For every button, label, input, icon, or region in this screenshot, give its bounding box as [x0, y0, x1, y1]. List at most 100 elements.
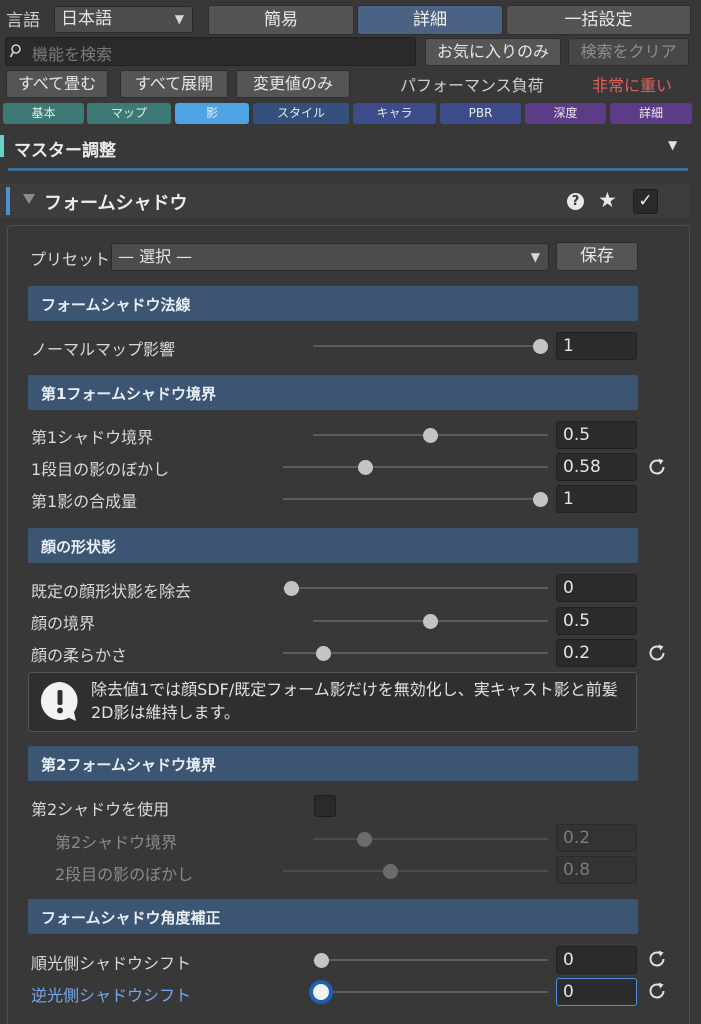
performance-value: 非常に重い [592, 76, 673, 95]
search-input[interactable]: 機能を検索 [5, 37, 416, 66]
slider-knob[interactable] [315, 645, 331, 661]
language-value: 日本語 [61, 9, 112, 29]
warning-bubble-icon [40, 681, 78, 721]
blend1-field[interactable]: 1 [556, 485, 637, 513]
tab-simple[interactable]: 簡易 [208, 5, 354, 35]
preset-save-button[interactable]: 保存 [556, 242, 638, 271]
chevron-down-icon: ▼ [530, 250, 540, 264]
blur2-field[interactable]: 0.8 [556, 856, 637, 884]
slider-knob[interactable] [423, 613, 438, 629]
expand-all-button[interactable]: すべて展開 [120, 70, 228, 98]
reset-icon[interactable] [646, 980, 668, 1002]
group-title: 第1フォームシャドウ境界 [41, 385, 216, 403]
normal-map-influence-label: ノーマルマップ影響 [31, 340, 176, 359]
face-border-label: 顔の境界 [31, 614, 96, 633]
preset-dropdown[interactable]: — 選択 — ▼ [111, 243, 549, 271]
info-note-text: 除去値1では顔SDF/既定フォーム影だけを無効化し、実キャスト影と前髪2D影は維… [91, 680, 618, 722]
reset-icon[interactable] [646, 642, 668, 664]
group-header-face[interactable]: 顔の形状影 [28, 528, 638, 563]
category-tab-style[interactable]: スタイル [253, 103, 349, 124]
slider-knob[interactable] [532, 338, 548, 354]
remove-default-face-slider[interactable] [283, 587, 548, 589]
section-title: フォームシャドウ [44, 193, 188, 214]
preset-value: — 選択 — [118, 247, 193, 266]
blur2-slider[interactable] [283, 870, 548, 872]
blend1-slider[interactable] [283, 498, 548, 500]
group-header-normal[interactable]: フォームシャドウ法線 [28, 286, 638, 321]
group-header-border1[interactable]: 第1フォームシャドウ境界 [28, 375, 638, 410]
normal-map-influence-slider[interactable] [313, 345, 548, 347]
face-border-field[interactable]: 0.5 [556, 607, 637, 635]
blur1-label: 1段目の影のぼかし [31, 460, 170, 479]
star-icon[interactable]: ★ [598, 188, 617, 212]
category-tab-basic[interactable]: 基本 [3, 103, 84, 124]
reset-icon[interactable] [646, 456, 668, 478]
slider-knob[interactable] [423, 427, 438, 443]
help-icon[interactable]: ? [567, 193, 584, 210]
slider-knob[interactable] [313, 984, 329, 1000]
search-placeholder: 機能を検索 [32, 45, 113, 64]
preset-label: プリセット [30, 250, 111, 269]
blur1-slider[interactable] [283, 466, 548, 468]
shadow-border2-field[interactable]: 0.2 [556, 824, 637, 852]
group-header-border2[interactable]: 第2フォームシャドウ境界 [28, 746, 638, 781]
category-tab-map[interactable]: マップ [87, 103, 171, 124]
reset-icon[interactable] [646, 948, 668, 970]
language-dropdown[interactable]: 日本語 ▼ [54, 6, 193, 33]
shadow-border1-label: 第1シャドウ境界 [31, 428, 154, 447]
use-second-shadow-checkbox[interactable] [314, 795, 336, 817]
tab-detailed[interactable]: 詳細 [357, 5, 503, 35]
slider-knob[interactable] [283, 580, 299, 596]
category-tab-advanced[interactable]: 詳細 [610, 103, 692, 124]
group-header-angle[interactable]: フォームシャドウ角度補正 [28, 899, 638, 934]
category-tab-character[interactable]: キャラ [353, 103, 436, 124]
use-second-shadow-label: 第2シャドウを使用 [31, 800, 170, 819]
group-title: 第2フォームシャドウ境界 [41, 756, 216, 774]
section-accent-bar [6, 187, 10, 215]
group-title: 顔の形状影 [41, 538, 117, 556]
language-label: 言語 [6, 11, 40, 31]
remove-default-face-field[interactable]: 0 [556, 574, 637, 602]
blend1-label: 第1影の合成量 [31, 492, 138, 511]
master-title[interactable]: マスター調整 [14, 136, 116, 161]
clear-search-button[interactable]: 検索をクリア [568, 38, 689, 66]
slider-knob[interactable] [532, 491, 548, 507]
lit-side-shift-slider[interactable] [313, 959, 548, 961]
remove-default-face-label: 既定の顔形状影を除去 [31, 582, 192, 601]
slider-knob[interactable] [313, 952, 329, 968]
master-divider [8, 168, 688, 171]
shadow-border2-slider[interactable] [313, 838, 548, 840]
normal-map-influence-field[interactable]: 1 [556, 332, 637, 360]
performance-label: パフォーマンス負荷 [400, 76, 544, 95]
lit-side-shift-label: 順光側シャドウシフト [31, 954, 192, 973]
group-title: フォームシャドウ角度補正 [41, 909, 221, 927]
favorites-only-button[interactable]: お気に入りのみ [425, 38, 561, 66]
face-softness-label: 顔の柔らかさ [31, 646, 128, 665]
back-side-shift-label: 逆光側シャドウシフト [31, 986, 192, 1005]
tab-bulk-settings[interactable]: 一括設定 [506, 5, 691, 35]
category-tab-shadow[interactable]: 影 [175, 103, 249, 124]
master-accent-bar [0, 135, 4, 157]
category-tab-pbr[interactable]: PBR [440, 103, 521, 124]
shadow-border2-label: 第2シャドウ境界 [55, 833, 178, 852]
blur2-label: 2段目の影のぼかし [55, 865, 194, 884]
back-side-shift-slider[interactable] [313, 991, 548, 993]
search-icon [10, 44, 21, 58]
section-enable-checkbox[interactable]: ✓ [633, 189, 658, 214]
collapse-caret-icon[interactable] [23, 194, 35, 204]
group-title: フォームシャドウ法線 [41, 296, 191, 314]
chevron-down-icon[interactable]: ▼ [668, 138, 677, 152]
shadow-border1-field[interactable]: 0.5 [556, 421, 637, 449]
lit-side-shift-field[interactable]: 0 [556, 946, 637, 974]
category-tab-depth[interactable]: 深度 [525, 103, 606, 124]
chevron-down-icon: ▼ [174, 12, 184, 26]
slider-knob[interactable] [357, 831, 373, 847]
slider-knob[interactable] [358, 459, 374, 475]
face-softness-field[interactable]: 0.2 [556, 639, 637, 667]
blur1-field[interactable]: 0.58 [556, 453, 637, 481]
slider-knob[interactable] [383, 863, 399, 879]
back-side-shift-field[interactable]: 0 [556, 978, 637, 1006]
changed-only-button[interactable]: 変更値のみ [236, 70, 350, 98]
info-note: 除去値1では顔SDF/既定フォーム影だけを無効化し、実キャスト影と前髪2D影は維… [28, 672, 637, 732]
collapse-all-button[interactable]: すべて畳む [6, 70, 108, 98]
